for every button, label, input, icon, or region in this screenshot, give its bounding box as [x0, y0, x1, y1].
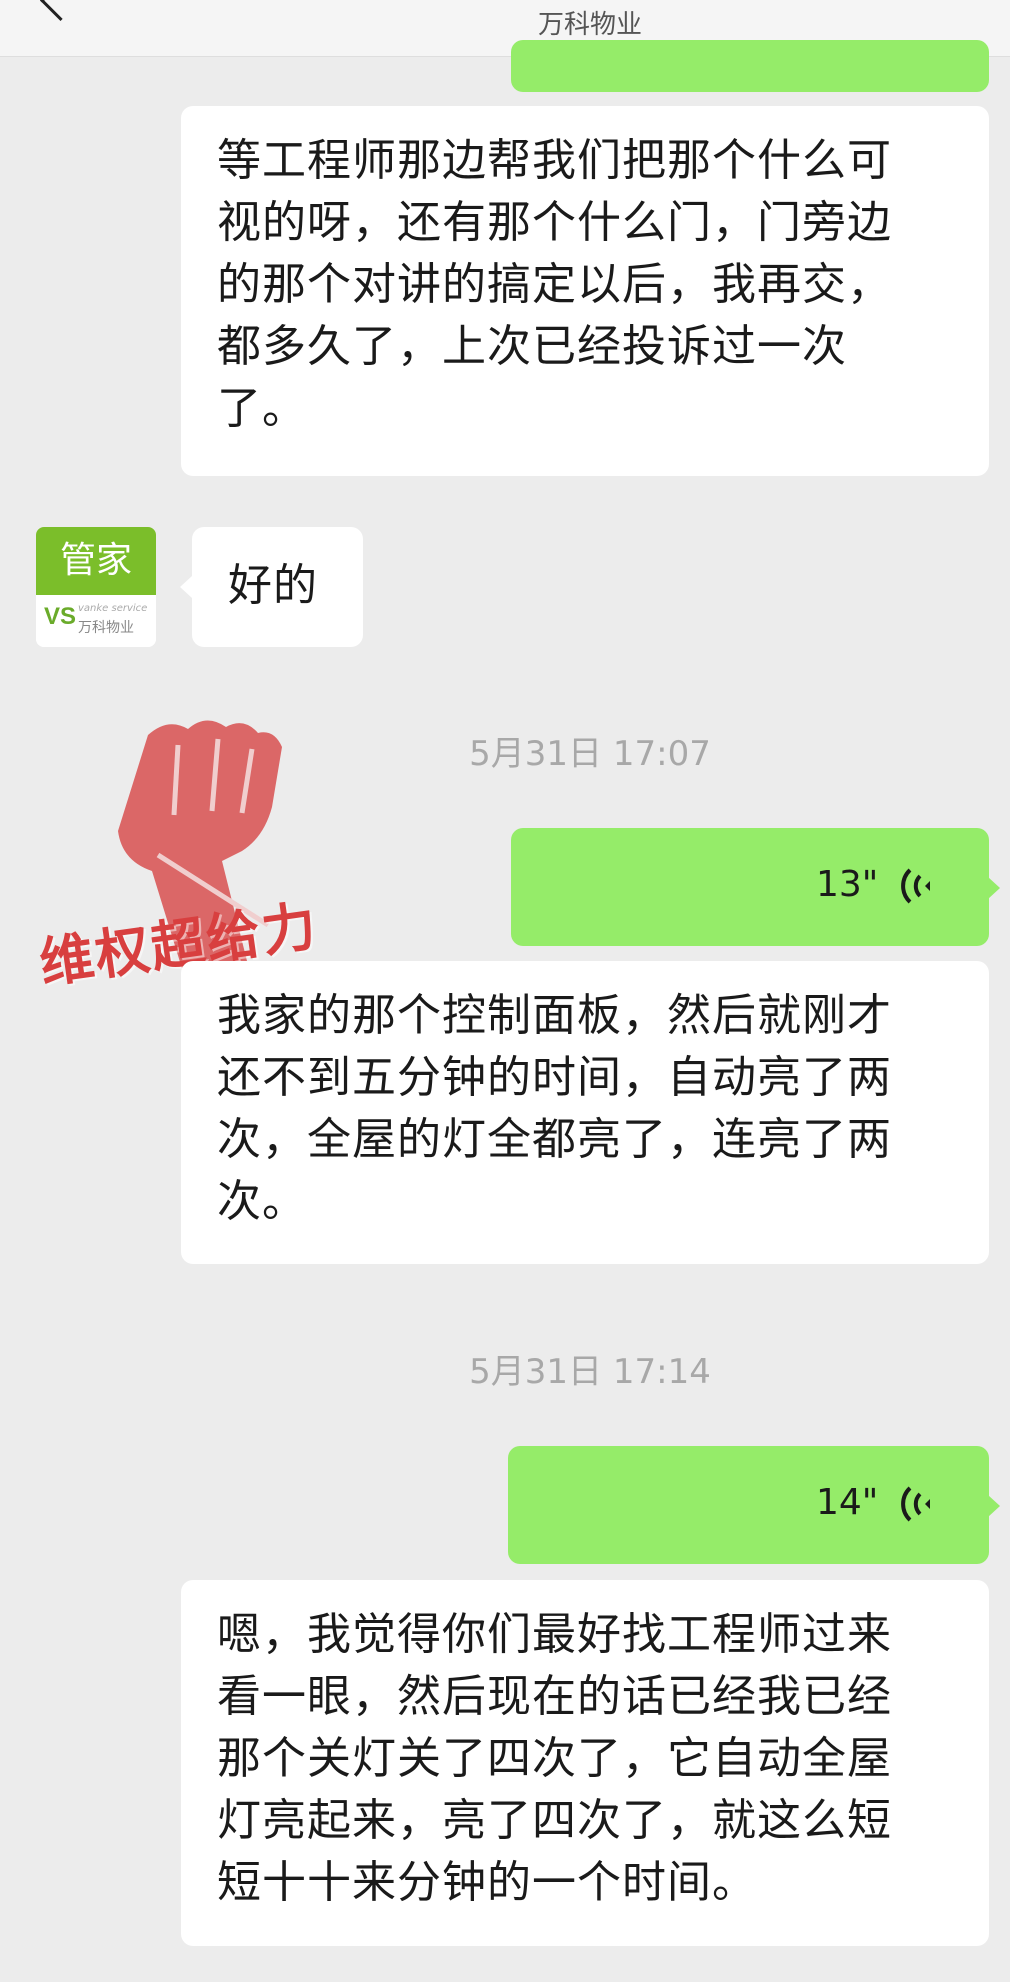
outgoing-text-bubble[interactable]: 等工程师那边帮我们把那个什么可 视的呀，还有那个什么门，门旁边 的那个对讲的搞定… [181, 106, 989, 476]
message-line: 看一眼，然后现在的话已经我已经 [217, 1671, 892, 1722]
avatar-brand-en: vanke service [78, 603, 148, 614]
bubble-tail [988, 1495, 1000, 1517]
voice-duration: 13" [816, 864, 879, 905]
message-text: 嗯，我觉得你们最好找工程师过来 看一眼，然后现在的话已经我已经 那个关灯关了四次… [217, 1604, 953, 1914]
message-line: 那个关灯关了四次了，它自动全屋 [217, 1733, 892, 1784]
incoming-text-bubble[interactable]: 好的 [192, 527, 363, 647]
voice-wave-icon[interactable] [900, 1480, 940, 1528]
bubble-tail [988, 877, 1000, 899]
message-text: 等工程师那边帮我们把那个什么可 视的呀，还有那个什么门，门旁边 的那个对讲的搞定… [217, 130, 953, 440]
message-line: 灯亮起来，亮了四次了，就这么短 [217, 1795, 892, 1846]
butler-avatar[interactable]: 管家 VS vanke service 万科物业 [36, 527, 156, 647]
message-line: 还不到五分钟的时间，自动亮了两 [217, 1052, 892, 1103]
timestamp: 5月31日 17:14 [469, 1352, 711, 1392]
avatar-label: 管家 [36, 527, 156, 595]
message-line: 了。 [217, 383, 307, 434]
avatar-brand: 万科物业 [78, 620, 134, 636]
message-line: 的那个对讲的搞定以后，我再交， [217, 259, 892, 310]
vanke-logo-icon: VS [44, 603, 77, 630]
chat-title: 万科物业 [537, 10, 642, 40]
outgoing-text-bubble[interactable]: 我家的那个控制面板，然后就刚才 还不到五分钟的时间，自动亮了两 次，全屋的灯全都… [181, 961, 989, 1264]
message-text: 好的 [228, 560, 318, 611]
message-line: 等工程师那边帮我们把那个什么可 [217, 135, 892, 186]
outgoing-text-bubble[interactable]: 嗯，我觉得你们最好找工程师过来 看一眼，然后现在的话已经我已经 那个关灯关了四次… [181, 1580, 989, 1946]
message-line: 视的呀，还有那个什么门，门旁边 [217, 197, 892, 248]
message-line: 短十十来分钟的一个时间。 [217, 1857, 757, 1908]
message-line: 次。 [217, 1176, 307, 1227]
bubble-tail [180, 576, 192, 598]
outgoing-bubble-partial[interactable] [511, 40, 989, 92]
message-line: 嗯，我觉得你们最好找工程师过来 [217, 1609, 892, 1660]
message-line: 次，全屋的灯全都亮了，连亮了两 [217, 1114, 892, 1165]
message-line: 我家的那个控制面板，然后就刚才 [217, 990, 892, 1041]
message-line: 都多久了，上次已经投诉过一次 [217, 321, 847, 372]
avatar-logo: VS vanke service 万科物业 [36, 595, 156, 647]
message-text: 我家的那个控制面板，然后就刚才 还不到五分钟的时间，自动亮了两 次，全屋的灯全都… [217, 985, 953, 1233]
voice-wave-icon[interactable] [900, 862, 940, 910]
voice-duration: 14" [816, 1482, 879, 1523]
